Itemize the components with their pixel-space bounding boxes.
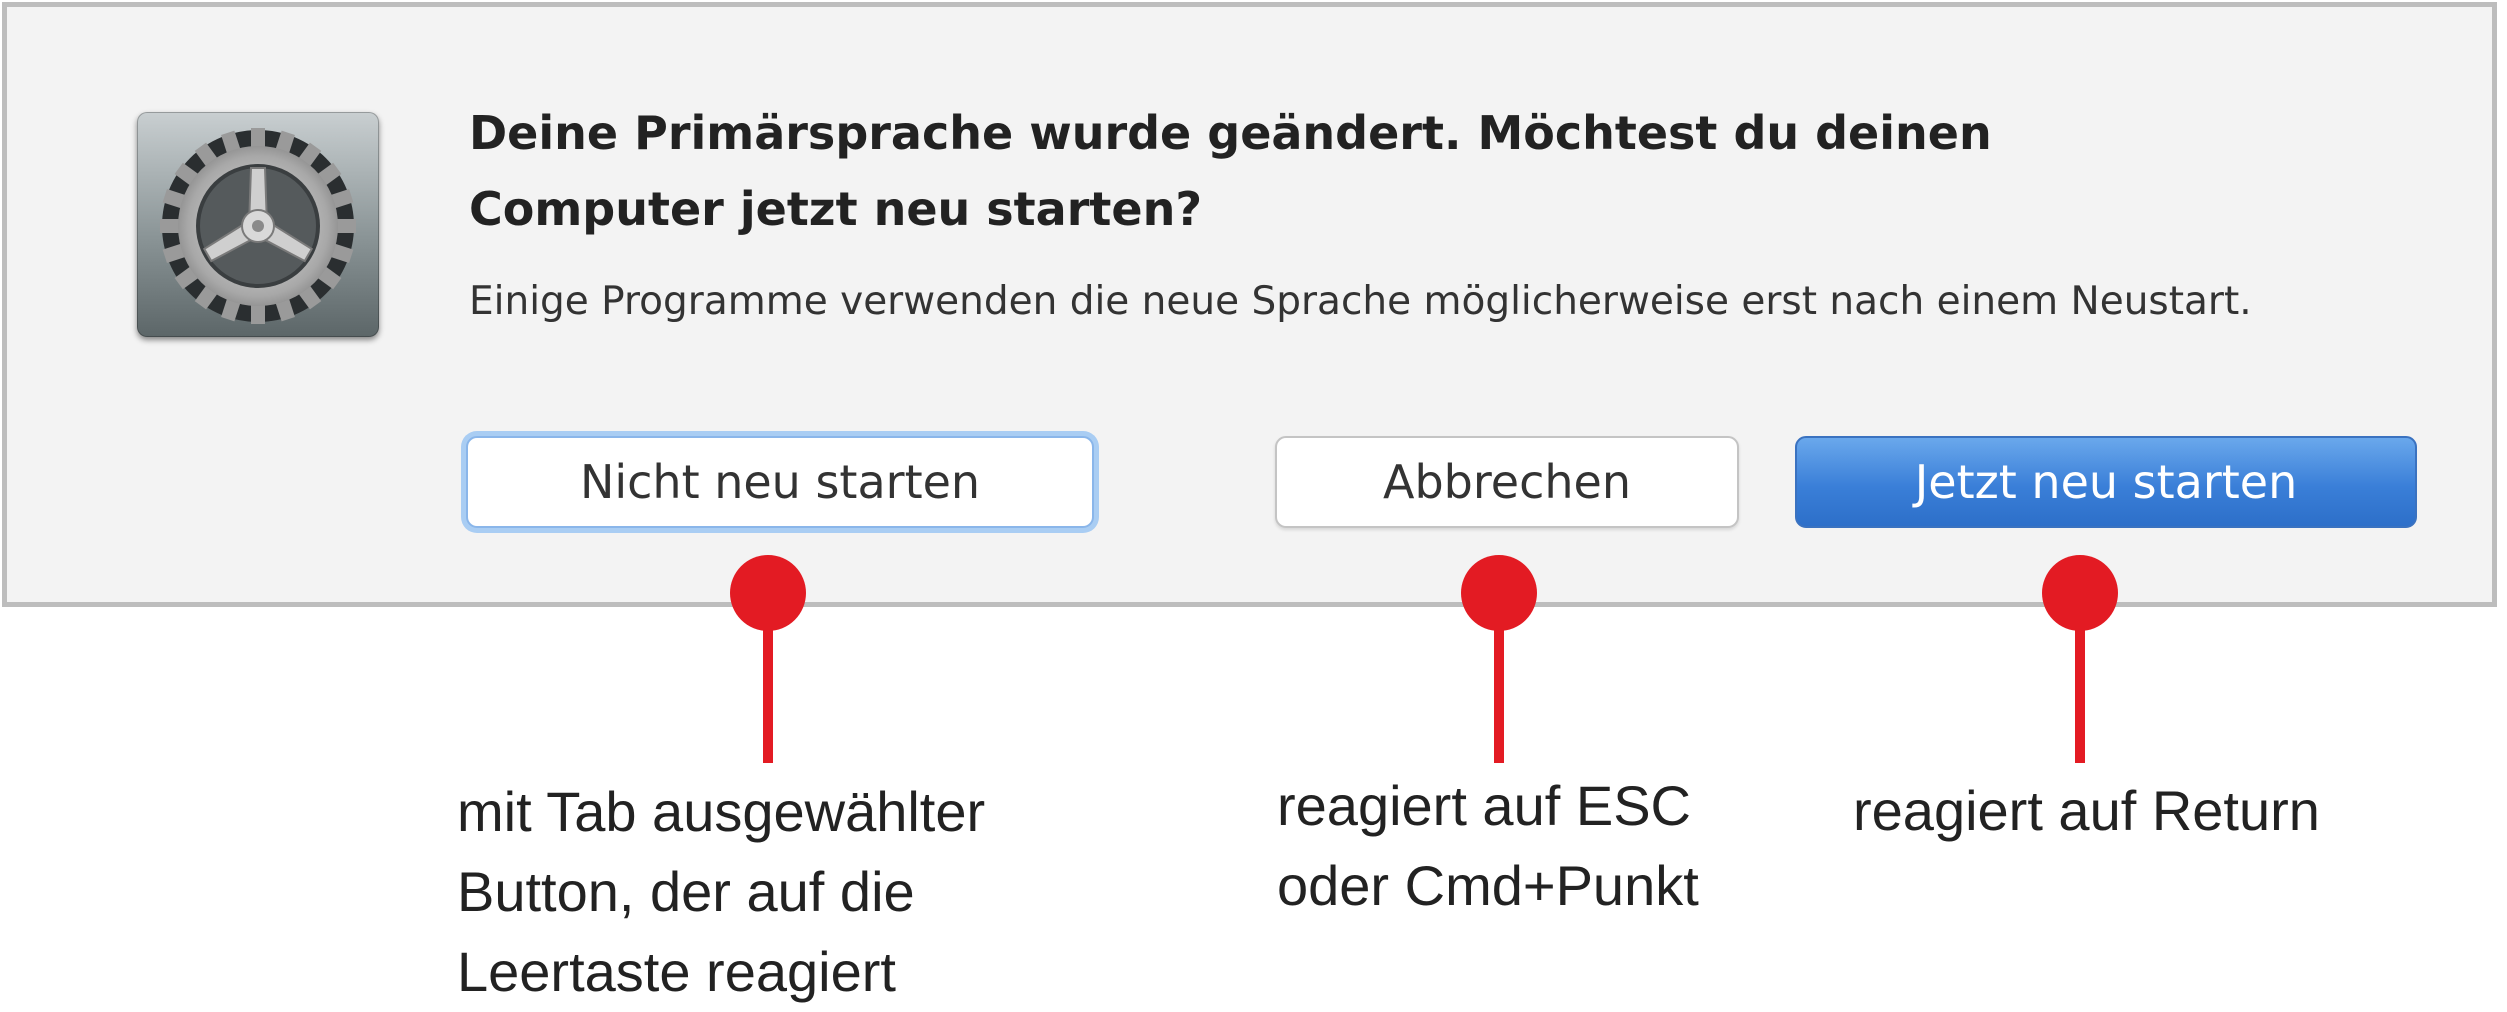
annotation-restart: reagiert auf Return [1853,779,2320,842]
dont-restart-button[interactable]: Nicht neu starten [466,436,1094,528]
callout-dot-skip [730,555,806,631]
callout-dot-cancel [1461,555,1537,631]
annotation-skip: mit Tab ausgewählter Button, der auf die… [457,780,986,1003]
restart-dialog: Deine Primärsprache wurde geändert. Möch… [2,2,2497,607]
cancel-button[interactable]: Abbrechen [1275,436,1739,528]
dialog-title: Deine Primärsprache wurde geändert. Möch… [469,106,1992,236]
system-preferences-icon [137,112,379,337]
annotation-cancel: reagiert auf ESC oder Cmd+Punkt [1277,774,1699,917]
restart-now-button[interactable]: Jetzt neu starten [1795,436,2417,528]
dialog-message: Einige Programme verwenden die neue Spra… [469,279,2252,324]
callout-dot-restart [2042,555,2118,631]
gear-icon [160,128,356,324]
